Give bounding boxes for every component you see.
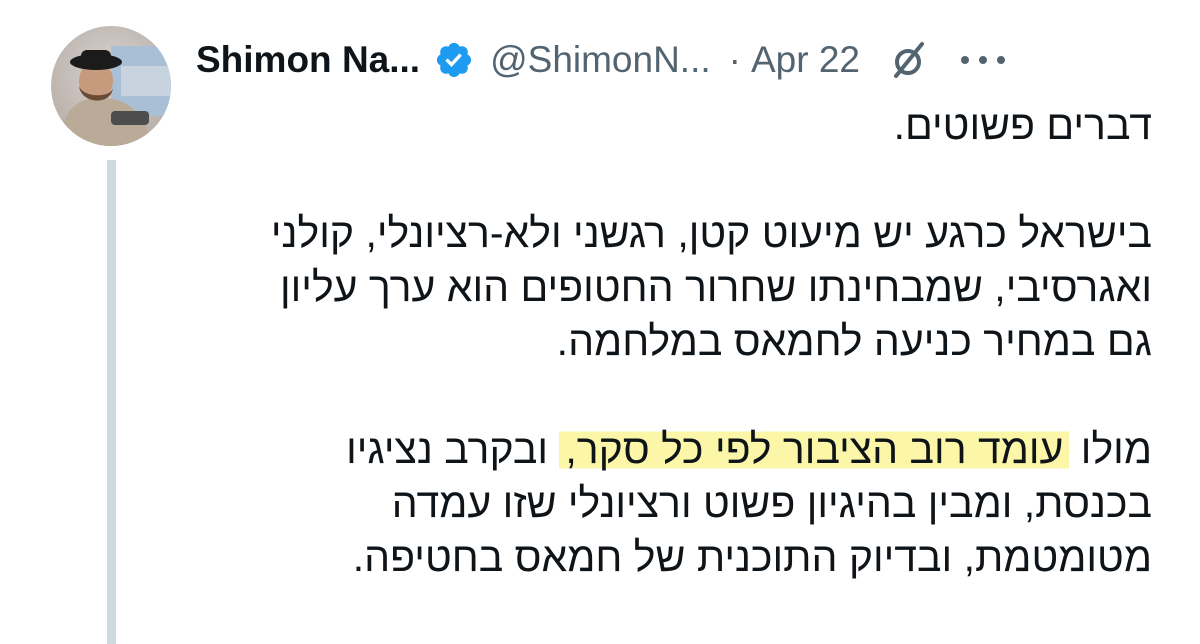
tweet-text: דברים פשוטים. בישראל כרגע יש מיעוט קטן, … [172,98,1152,584]
tweet-line: ואגרסיבי, שמבחינתו שחרור החטופים הוא ערך… [280,264,1152,310]
tweet-line: מולו עומד רוב הציבור לפי כל סקר, ובקרב נ… [172,422,1152,476]
author-name[interactable]: Shimon Na... [196,39,420,81]
author-handle[interactable]: @ShimonN... [490,39,711,81]
more-options-icon[interactable] [958,53,1008,67]
tweet-line: מטומטמת, ובדיוק התוכנית של חמאס בחטיפה. [352,534,1152,580]
verified-badge-icon[interactable] [434,40,474,80]
highlighted-text: עומד רוב הציבור לפי כל סקר, [559,426,1070,472]
avatar[interactable] [51,26,171,146]
tweet-line: גם במחיר כניעה לחמאס במלחמה. [556,318,1152,364]
tweet-text-segment: מולו [1069,426,1152,472]
tweet-header: Shimon Na... @ShimonN... · Apr 22 [196,30,1008,90]
grok-icon[interactable] [888,40,928,80]
avatar-photo [51,26,171,146]
tweet-paragraph: דברים פשוטים. [893,102,1152,148]
separator-dot: · [728,39,741,80]
tweet-line: בישראל כרגע יש מיעוט קטן, רגשני ולא-רציו… [270,210,1152,256]
tweet-text-segment: ובקרב נציגיו [346,426,560,472]
tweet-line: בכנסת, ומבין בהיגיון פשוט ורציונלי שזו ע… [391,480,1152,526]
tweet-date[interactable]: Apr 22 [751,39,860,81]
thread-line [107,160,116,644]
